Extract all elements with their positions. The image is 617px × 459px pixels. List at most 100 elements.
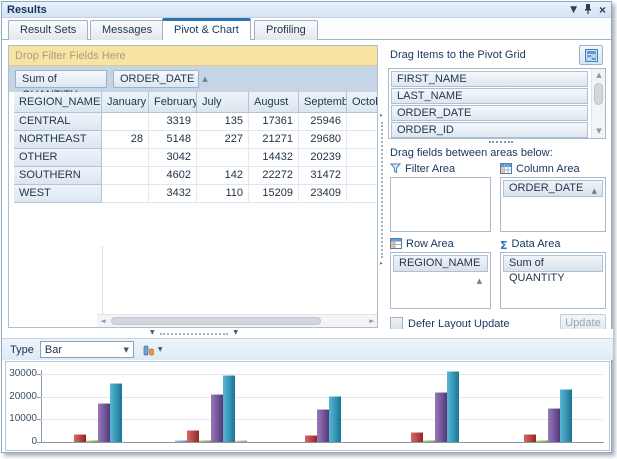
chart-type-select[interactable]: Bar ▼: [40, 341, 134, 358]
bar-february-other: [305, 435, 317, 442]
y-axis-tick: [37, 442, 41, 443]
pivot-data-cell: 22272: [249, 167, 299, 185]
pivot-data-cell: [102, 113, 149, 131]
bar-february-southern: [411, 432, 423, 442]
field-list-item[interactable]: ORDER_DATE: [391, 105, 588, 121]
scrollbar-thumb[interactable]: [594, 83, 603, 105]
tab-messages[interactable]: Messages: [90, 20, 164, 40]
pivot-row-header[interactable]: WEST: [14, 185, 102, 203]
pivot-horizontal-scrollbar[interactable]: ◄ ►: [97, 314, 378, 327]
drag-hint-label: Drag fields between areas below:: [390, 147, 553, 159]
x-axis-line: [41, 442, 604, 443]
close-icon[interactable]: ×: [599, 5, 606, 15]
pivot-grid-layout-button[interactable]: [579, 45, 603, 65]
pivot-data-cell: 29680: [299, 131, 347, 149]
column-area-label: Column Area: [500, 163, 580, 177]
splitter-arrow-icon[interactable]: ▼: [233, 329, 238, 336]
pivot-column-header[interactable]: August: [249, 92, 299, 113]
field-list: FIRST_NAMELAST_NAMEORDER_DATEORDER_ID ▲ …: [388, 68, 606, 139]
pivot-data-cell: 135: [197, 113, 249, 131]
pivot-data-cell: [102, 149, 149, 167]
pivot-row-header[interactable]: CENTRAL: [14, 113, 102, 131]
bar-february-west: [524, 434, 536, 442]
sigma-icon: Σ: [500, 239, 508, 252]
bar-september-west: [560, 389, 572, 442]
bar-september-central: [110, 383, 122, 442]
row-area-box[interactable]: REGION_NAME▲: [390, 252, 491, 309]
pivot-data-cell: 110: [197, 185, 249, 203]
bar-september-other: [329, 396, 341, 442]
row-area-icon: [390, 238, 402, 252]
splitter-arrow-icon[interactable]: ‣: [379, 112, 383, 120]
gridline: [41, 374, 603, 375]
bar-october-northeast: [235, 440, 247, 442]
pivot-data-cell: 15209: [249, 185, 299, 203]
sort-asc-icon: ▲: [202, 75, 207, 83]
pivot-data-cell: [102, 185, 149, 203]
scroll-up-icon[interactable]: ▲: [592, 69, 606, 82]
field-list-item[interactable]: ORDER_ID: [391, 122, 588, 138]
bar-august-central: [98, 403, 110, 442]
pivot-column-header[interactable]: September: [299, 92, 347, 113]
bar-january-northeast: [175, 440, 187, 442]
pivot-row-header[interactable]: OTHER: [14, 149, 102, 167]
tab-pivot-and-chart[interactable]: Pivot & Chart: [162, 18, 251, 40]
tab-profiling[interactable]: Profiling: [254, 20, 318, 40]
column-area-field[interactable]: ORDER_DATE▲: [503, 180, 603, 197]
horizontal-splitter[interactable]: ▼ ▼: [2, 329, 613, 338]
row-area-field[interactable]: REGION_NAME▲: [393, 255, 488, 272]
pivot-column-header[interactable]: January: [102, 92, 149, 113]
filter-area-box[interactable]: [390, 177, 491, 232]
y-axis-line: [41, 370, 42, 442]
pivot-data-cell: 3432: [149, 185, 197, 203]
pivot-data-cell: 17361: [249, 113, 299, 131]
bar-august-west: [548, 408, 560, 442]
tab-strip: Result Sets Messages Pivot & Chart Profi…: [2, 18, 611, 40]
pivot-data-cell: [347, 167, 378, 185]
pivot-column-header[interactable]: February: [149, 92, 197, 113]
column-area-box[interactable]: ORDER_DATE▲: [500, 177, 606, 232]
splitter-arrow-icon[interactable]: ‣: [379, 260, 383, 268]
pin-icon[interactable]: [584, 4, 592, 16]
tab-result-sets[interactable]: Result Sets: [8, 20, 88, 40]
bar-july-central: [86, 440, 98, 442]
filter-funnel-icon: [390, 163, 401, 177]
data-area-label: ΣData Area: [500, 238, 560, 252]
pivot-column-header[interactable]: October: [347, 92, 378, 113]
panel-title: Results: [7, 4, 47, 16]
pivot-column-field-button[interactable]: ORDER_DATE▲: [113, 70, 199, 88]
pivot-row-header[interactable]: SOUTHERN: [14, 167, 102, 185]
y-axis-tick-label: 10000: [7, 413, 37, 424]
field-list-resize-grip[interactable]: [489, 141, 513, 144]
field-list-item[interactable]: LAST_NAME: [391, 88, 588, 104]
chart-appearance-button[interactable]: ▼: [140, 343, 166, 357]
vertical-splitter[interactable]: ‣ ‣: [379, 114, 385, 266]
window-menu-icon[interactable]: ▼: [570, 5, 577, 15]
pivot-data-cell: 3042: [149, 149, 197, 167]
pivot-data-cell: [347, 113, 378, 131]
y-axis-tick-label: 20000: [7, 391, 37, 402]
bar-february-northeast: [187, 430, 199, 442]
pivot-filter-drop-area[interactable]: Drop Filter Fields Here: [9, 46, 377, 66]
sort-asc-icon: ▲: [592, 184, 597, 199]
pivot-row-header[interactable]: NORTHEAST: [14, 131, 102, 149]
pivot-row-field-header[interactable]: REGION_NAME▲: [14, 92, 102, 113]
data-area-field[interactable]: Sum of QUANTITY: [503, 255, 603, 272]
scroll-right-icon[interactable]: ►: [368, 315, 376, 328]
pivot-data-field-button[interactable]: Sum of QUANTITY: [15, 70, 107, 88]
pivot-grid-icon: [585, 49, 598, 62]
filter-area-label: Filter Area: [390, 163, 455, 177]
field-list-item[interactable]: FIRST_NAME: [391, 71, 588, 87]
results-panel: Results ▼ × Result Sets Messages Pivot &…: [1, 1, 612, 453]
data-area-box[interactable]: Sum of QUANTITY: [500, 252, 606, 309]
scroll-down-icon[interactable]: ▼: [592, 125, 606, 138]
bar-february-central: [74, 434, 86, 442]
bar-august-northeast: [211, 394, 223, 442]
bar-july-northeast: [199, 440, 211, 442]
pivot-data-cell: 31472: [299, 167, 347, 185]
splitter-arrow-icon[interactable]: ▼: [150, 329, 155, 336]
field-list-scrollbar[interactable]: ▲ ▼: [591, 69, 605, 138]
scroll-left-icon[interactable]: ◄: [99, 315, 107, 328]
pivot-column-header[interactable]: July: [197, 92, 249, 113]
scrollbar-thumb[interactable]: [111, 317, 321, 325]
